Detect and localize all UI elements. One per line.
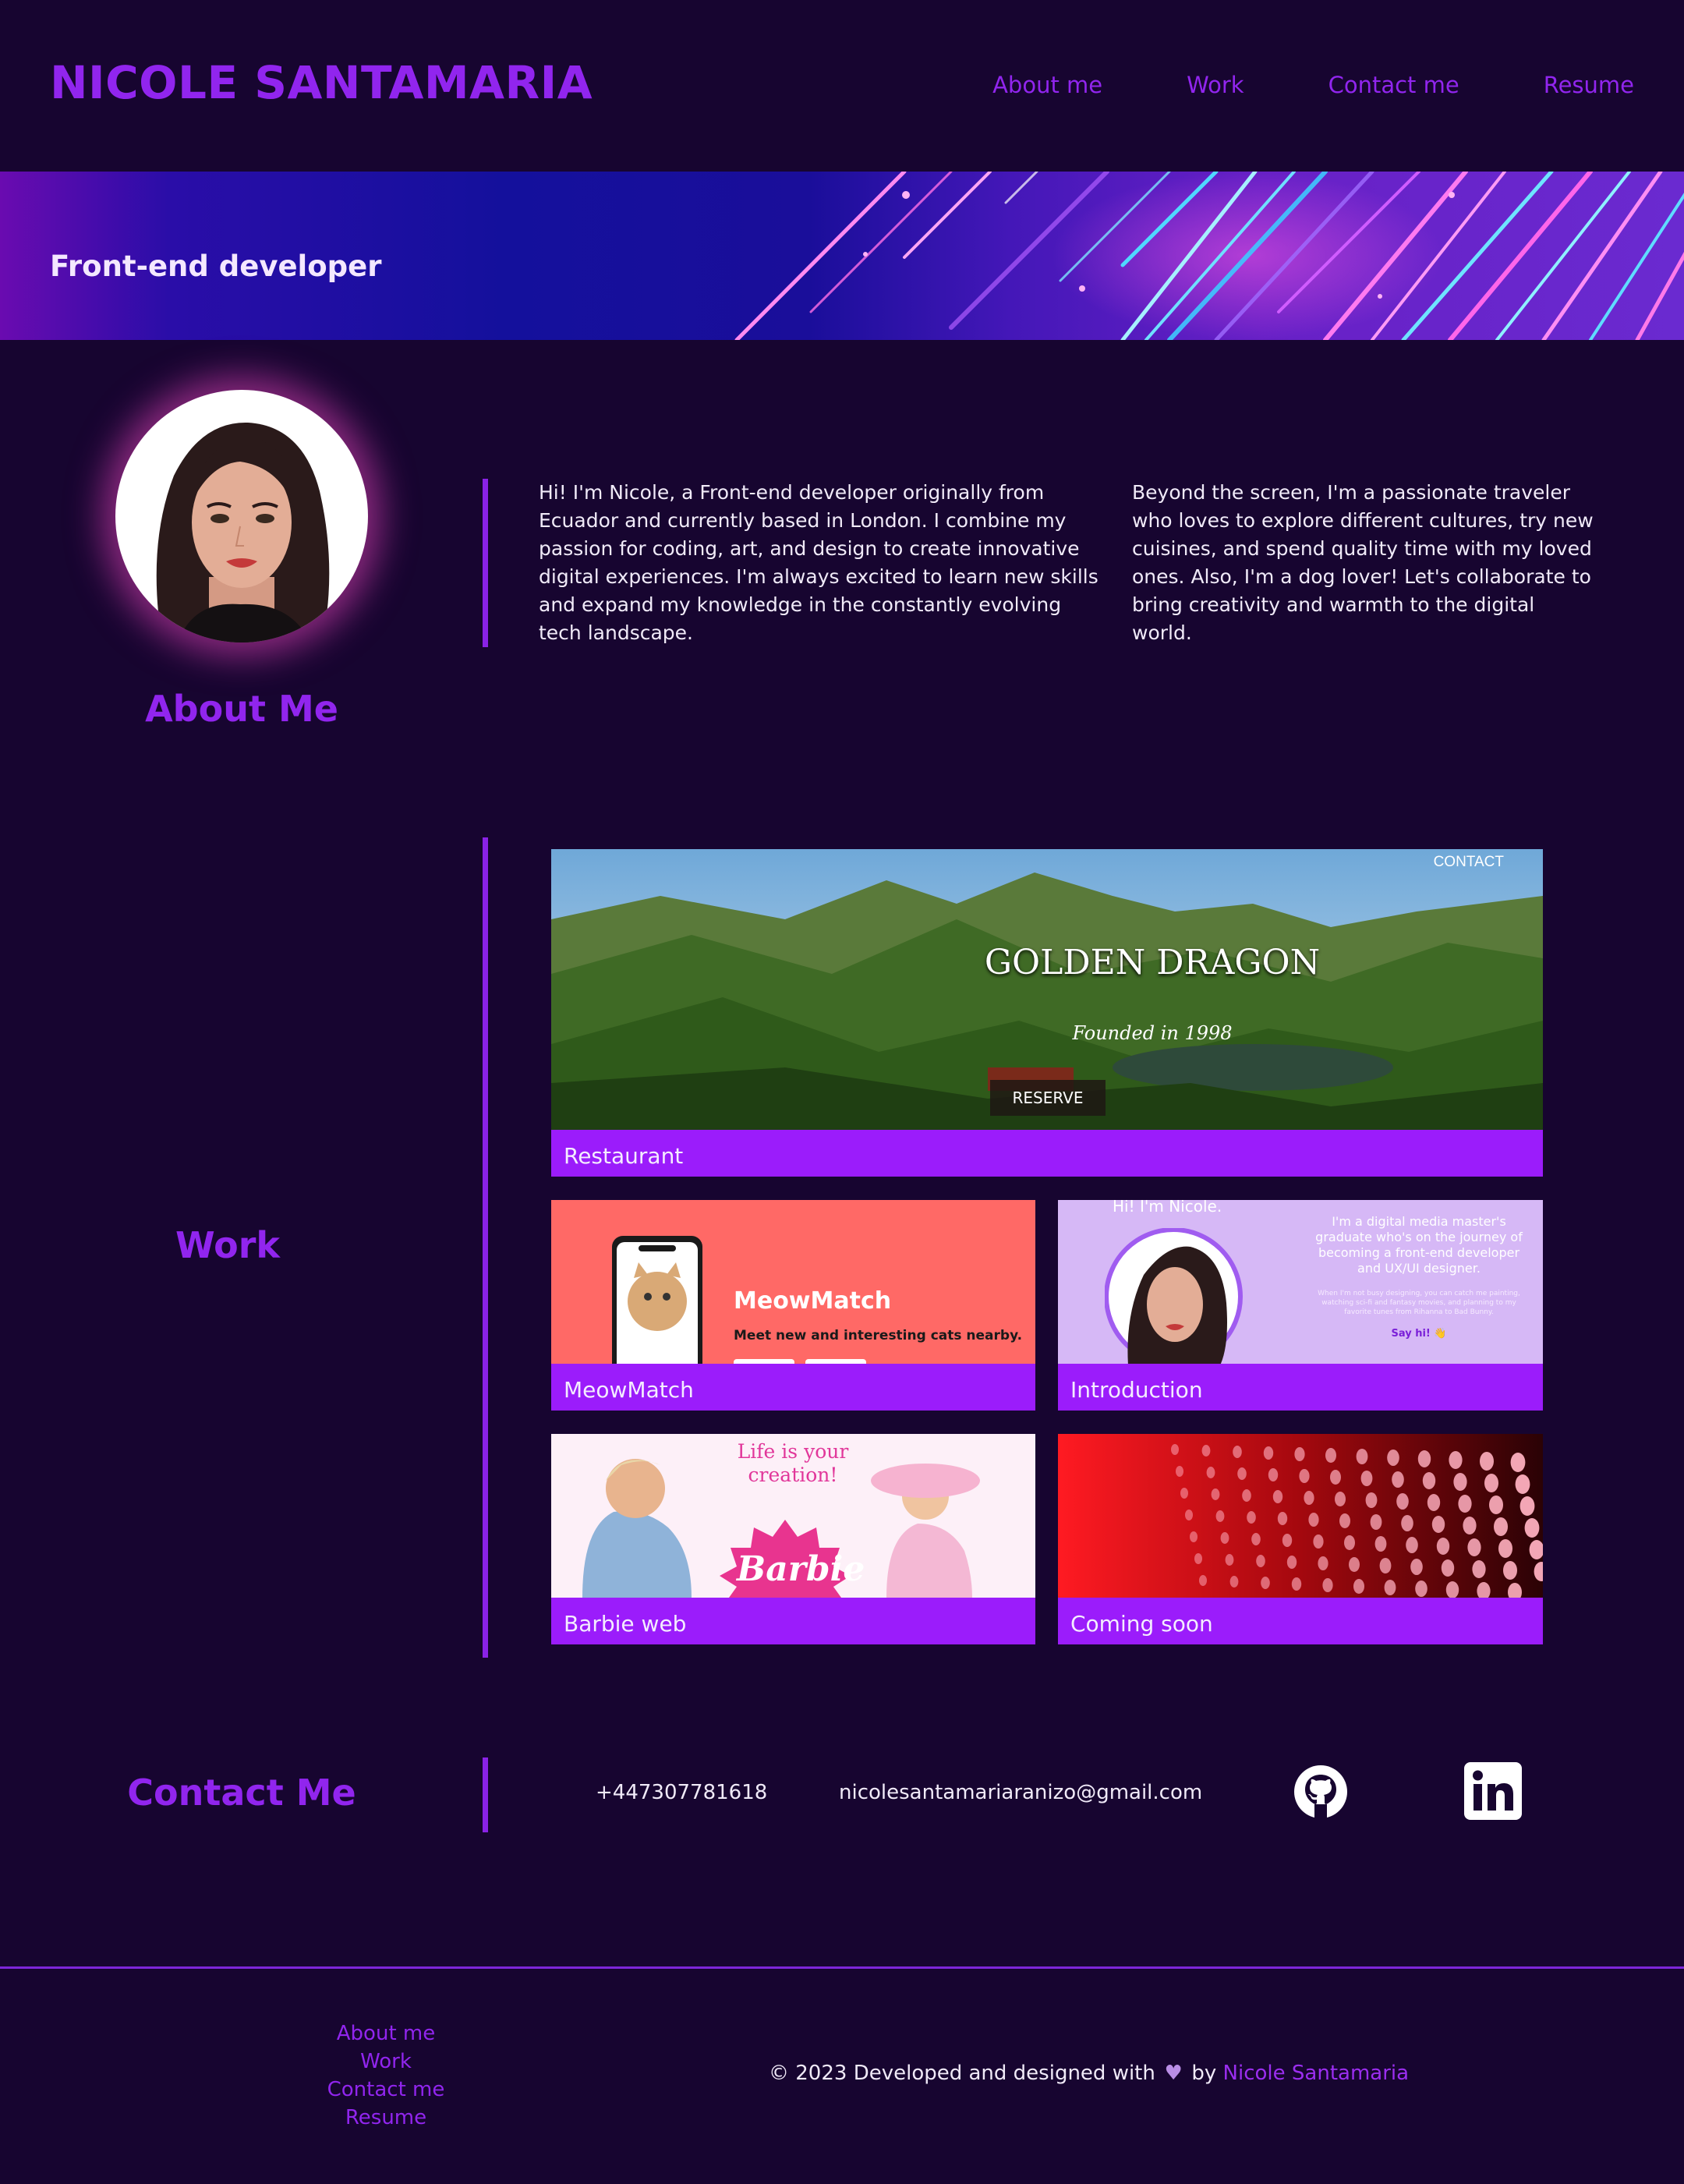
footer-nav: About me Work Contact me Resume	[296, 2019, 476, 2132]
footer-nav-work[interactable]: Work	[296, 2048, 476, 2076]
work-divider	[483, 837, 488, 1658]
introduction-thumbnail: Hi! I'm Nicole. I'm a digital media mast…	[1058, 1200, 1543, 1364]
meowmatch-thumbnail: MeowMatch Meet new and interesting cats …	[551, 1200, 1035, 1364]
about-paragraph-2: Beyond the screen, I'm a passionate trav…	[1132, 481, 1594, 644]
github-icon[interactable]	[1293, 1764, 1349, 1820]
project-card-introduction[interactable]: Hi! I'm Nicole. I'm a digital media mast…	[1058, 1200, 1543, 1411]
project-card-restaurant[interactable]: CONTACT GOLDEN DRAGON Founded in 1998 RE…	[551, 849, 1543, 1177]
about-divider	[483, 479, 488, 647]
project-caption-barbie: Barbie web	[564, 1611, 687, 1637]
avatar	[115, 390, 368, 642]
project-card-meowmatch[interactable]: MeowMatch Meet new and interesting cats …	[551, 1200, 1035, 1411]
copyright-text: © 2023 Developed and designed with	[769, 2062, 1155, 2085]
work-heading: Work	[175, 1224, 280, 1266]
project-card-barbie[interactable]: Life is your creation! Barbie Barbie web	[551, 1434, 1035, 1644]
avatar-illustration	[156, 422, 330, 642]
contact-phone[interactable]: +447307781618	[596, 1781, 767, 1804]
restaurant-reserve-button: RESERVE	[990, 1080, 1106, 1116]
intro-blurb: I'm a digital media master's graduate wh…	[1315, 1214, 1523, 1276]
barbie-tagline: Life is your creation!	[737, 1440, 849, 1486]
nav-about[interactable]: About me	[992, 72, 1102, 98]
about-heading: About Me	[145, 688, 338, 730]
footer-nav-contact[interactable]: Contact me	[296, 2076, 476, 2104]
heart-icon: ♥	[1164, 2062, 1183, 2085]
red-led-wall-image	[1058, 1434, 1543, 1598]
about-paragraph-1: Hi! I'm Nicole, a Front-end developer or…	[539, 481, 1098, 644]
intro-say-hi: Say hi! 👋	[1391, 1328, 1447, 1340]
contact-divider	[483, 1757, 488, 1832]
project-caption-restaurant: Restaurant	[564, 1143, 684, 1169]
project-caption-introduction: Introduction	[1070, 1377, 1203, 1403]
footer-nav-about[interactable]: About me	[296, 2019, 476, 2048]
nav-contact[interactable]: Contact me	[1328, 72, 1459, 98]
nav-resume[interactable]: Resume	[1544, 72, 1634, 98]
contact-email[interactable]: nicolesantamariaranizo@gmail.com	[839, 1781, 1202, 1804]
nav-work[interactable]: Work	[1187, 72, 1244, 98]
site-title[interactable]: NICOLE SANTAMARIA	[50, 56, 593, 109]
coming-soon-thumbnail	[1058, 1434, 1543, 1598]
main-nav: About me Work Contact me Resume	[992, 72, 1634, 98]
meowmatch-title: MeowMatch	[734, 1287, 892, 1315]
role-title: Front-end developer	[50, 250, 382, 283]
copyright: © 2023 Developed and designed with ♥ by …	[769, 2062, 1409, 2085]
footer-divider	[0, 1966, 1684, 1969]
linkedin-icon[interactable]	[1464, 1762, 1522, 1820]
meowmatch-tagline: Meet new and interesting cats nearby.	[734, 1328, 1023, 1343]
restaurant-founded: Founded in 1998	[1072, 1022, 1233, 1044]
restaurant-contact-link: CONTACT	[1433, 854, 1504, 870]
copyright-by: by	[1191, 2062, 1217, 2085]
intro-avatar	[1105, 1228, 1243, 1364]
restaurant-thumbnail: CONTACT GOLDEN DRAGON Founded in 1998 RE…	[551, 849, 1543, 1130]
intro-small-text: When I'm not busy designing, you can cat…	[1318, 1290, 1520, 1316]
project-card-coming-soon[interactable]: Coming soon	[1058, 1434, 1543, 1644]
project-caption-meowmatch: MeowMatch	[564, 1377, 694, 1403]
barbie-logo: Barbie	[737, 1549, 865, 1589]
barbie-thumbnail: Life is your creation! Barbie	[551, 1434, 1035, 1598]
restaurant-name: GOLDEN DRAGON	[984, 943, 1321, 982]
intro-greeting: Hi! I'm Nicole.	[1113, 1200, 1222, 1216]
project-caption-coming-soon: Coming soon	[1070, 1611, 1213, 1637]
hero-banner: Front-end developer	[0, 172, 1684, 340]
site-header: NICOLE SANTAMARIA About me Work Contact …	[0, 0, 1684, 172]
author-link[interactable]: Nicole Santamaria	[1223, 2062, 1410, 2085]
footer-nav-resume[interactable]: Resume	[296, 2104, 476, 2132]
contact-heading: Contact Me	[127, 1772, 356, 1814]
